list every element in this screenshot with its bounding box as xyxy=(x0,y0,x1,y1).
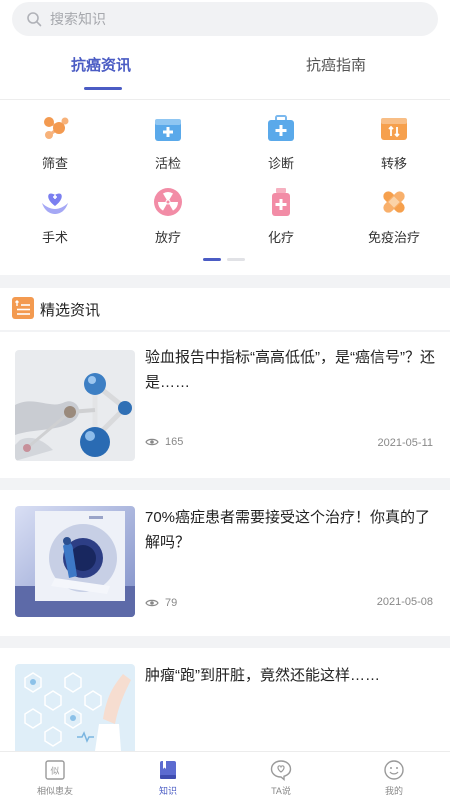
category-metastasis[interactable]: 转移 xyxy=(344,112,444,172)
hands-heart-icon xyxy=(42,193,68,214)
category-label: 筛查 xyxy=(41,156,68,171)
molecule-icon xyxy=(44,117,69,139)
chat-heart-icon xyxy=(270,760,292,781)
page-dot xyxy=(227,258,245,261)
article-title: 验血报告中指标“高高低低”，是“癌信号”？还是…… xyxy=(145,349,435,391)
category-biopsy[interactable]: 活检 xyxy=(118,112,218,172)
search-placeholder: 搜索知识 xyxy=(50,11,106,27)
article-thumbnail xyxy=(15,350,135,461)
nav-knowledge[interactable]: 知识 xyxy=(128,759,208,797)
category-label: 手术 xyxy=(41,230,68,245)
nav-label: TA说 xyxy=(271,786,291,796)
search-bar[interactable]: 搜索知识 xyxy=(12,2,438,36)
list-icon xyxy=(12,297,34,319)
nav-label: 相似患友 xyxy=(36,786,73,796)
first-aid-box-icon xyxy=(268,115,294,141)
search-icon xyxy=(27,12,42,27)
tab-bar: 抗癌资讯 抗癌指南 xyxy=(0,44,450,100)
molecule-model-image xyxy=(15,350,135,461)
top-panel: 搜索知识 抗癌资讯 抗癌指南 筛查 活检 诊断 转移 手术 放疗 化疗 免疫治疗 xyxy=(0,0,450,275)
eye-icon xyxy=(145,599,159,607)
article-card[interactable]: 验血报告中指标“高高低低”，是“癌信号”？还是…… 165 2021-05-11 xyxy=(0,332,450,478)
eye-icon xyxy=(145,438,159,446)
category-label: 放疗 xyxy=(154,230,181,245)
category-chemotherapy[interactable]: 化疗 xyxy=(231,186,331,246)
bottom-navigation: 似 相似患友 知识 TA说 我的 xyxy=(0,751,450,800)
category-diagnosis[interactable]: 诊断 xyxy=(231,112,331,172)
article-date: 2021-05-11 xyxy=(377,437,433,449)
book-icon xyxy=(160,761,176,779)
active-tab-indicator xyxy=(84,87,122,90)
nav-label: 知识 xyxy=(158,786,177,796)
radiotherapy-machine-image xyxy=(15,506,135,617)
radiation-icon xyxy=(154,188,182,216)
article-date: 2021-05-08 xyxy=(376,596,433,608)
nav-similar-patients[interactable]: 似 相似患友 xyxy=(15,759,95,797)
featured-section-header: 精选资讯 xyxy=(0,288,450,330)
tab-cancer-guide[interactable]: 抗癌指南 xyxy=(306,54,366,75)
nav-ta-says[interactable]: TA说 xyxy=(241,759,321,797)
category-label: 诊断 xyxy=(267,156,294,171)
nav-label: 我的 xyxy=(384,786,403,796)
category-label: 转移 xyxy=(380,156,407,171)
section-title: 精选资讯 xyxy=(40,302,101,319)
article-card[interactable]: 肿瘤“跑”到肝脏，竟然还能这样…… xyxy=(0,648,450,751)
smile-face-icon xyxy=(384,760,404,780)
article-card[interactable]: 70%癌症患者需要接受这个治疗！你真的了解吗？ 79 2021-05-08 xyxy=(0,490,450,636)
transfer-box-icon xyxy=(381,118,407,140)
page-dot-active xyxy=(203,258,221,261)
nav-mine[interactable]: 我的 xyxy=(354,759,434,797)
tab-cancer-news[interactable]: 抗癌资讯 xyxy=(71,54,131,75)
article-thumbnail xyxy=(15,664,135,751)
bandage-icon xyxy=(383,191,405,213)
category-radiotherapy[interactable]: 放疗 xyxy=(118,186,218,246)
category-immunotherapy[interactable]: 免疫治疗 xyxy=(344,186,444,246)
article-title: 肿瘤“跑”到肝脏，竟然还能这样…… xyxy=(145,667,380,684)
medicine-bottle-icon xyxy=(272,188,290,216)
article-title: 70%癌症患者需要接受这个治疗！你真的了解吗？ xyxy=(145,509,431,551)
category-label: 化疗 xyxy=(267,230,294,245)
medical-hexagon-image xyxy=(15,664,135,751)
medical-kit-icon xyxy=(155,119,181,141)
article-views: 79 xyxy=(145,597,177,609)
view-count: 165 xyxy=(165,436,184,448)
article-thumbnail xyxy=(15,506,135,617)
category-surgery[interactable]: 手术 xyxy=(5,186,105,246)
svg-text:似: 似 xyxy=(50,766,59,777)
view-count: 79 xyxy=(165,597,178,609)
category-screening[interactable]: 筛查 xyxy=(5,112,105,172)
category-label: 活检 xyxy=(154,156,181,171)
category-label: 免疫治疗 xyxy=(367,230,420,245)
similar-patients-icon: 似 xyxy=(45,760,65,780)
article-views: 165 xyxy=(145,436,183,448)
